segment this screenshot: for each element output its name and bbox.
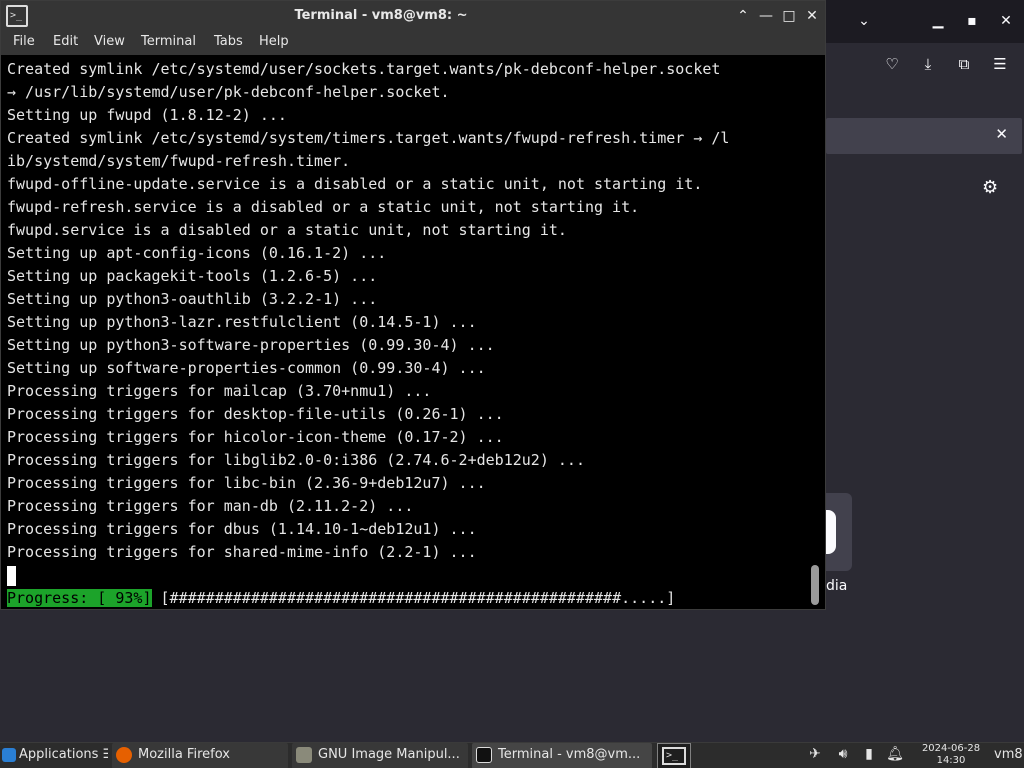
terminal-output[interactable]: Created symlink /etc/systemd/user/socket… xyxy=(1,55,807,609)
text-cursor xyxy=(7,565,16,586)
shade-button[interactable]: ⌃ xyxy=(733,6,753,26)
progress-line: Progress: [ 93%] [######################… xyxy=(7,587,807,610)
task-firefox[interactable]: Mozilla Firefox xyxy=(112,743,288,768)
gimp-icon xyxy=(296,746,312,763)
output-line: Setting up python3-oauthlib (3.2.2-1) ..… xyxy=(7,290,378,308)
terminal-titlebar[interactable]: >_ Terminal - vm8@vm8: ~ ⌃ — □ ✕ xyxy=(1,1,825,31)
firefox-toolbar: ♡ ⤓ ⧉ ☰ xyxy=(826,43,1024,85)
shortcut-tile-label: dia xyxy=(826,578,848,594)
applications-suffix: ☰ xyxy=(103,747,108,762)
output-line: fwupd.service is a disabled or a static … xyxy=(7,221,567,239)
output-line: fwupd-offline-update.service is a disabl… xyxy=(7,175,703,193)
output-line: Processing triggers for libc-bin (2.36-9… xyxy=(7,474,486,492)
close-button[interactable]: ✕ xyxy=(802,6,822,26)
output-line: Processing triggers for libglib2.0-0:i38… xyxy=(7,451,585,469)
menu-help[interactable]: Help xyxy=(259,34,289,49)
output-line: Setting up apt-config-icons (0.16.1-2) .… xyxy=(7,244,387,262)
output-line: Processing triggers for desktop-file-uti… xyxy=(7,405,504,423)
gear-icon[interactable]: ⚙ xyxy=(982,177,998,198)
menu-view[interactable]: View xyxy=(94,34,125,49)
output-line: Processing triggers for shared-mime-info… xyxy=(7,543,477,561)
output-line: Setting up python3-lazr.restfulclient (0… xyxy=(7,313,477,331)
output-line: Created symlink /etc/systemd/system/time… xyxy=(7,129,730,147)
firefox-minimize-button[interactable]: ▁ xyxy=(927,10,949,32)
output-line: Processing triggers for hicolor-icon-the… xyxy=(7,428,504,446)
scrollbar[interactable] xyxy=(807,55,825,609)
scrollbar-thumb[interactable] xyxy=(811,565,819,605)
output-line: Setting up fwupd (1.8.12-2) ... xyxy=(7,106,287,124)
firefox-icon xyxy=(116,746,132,763)
menu-edit[interactable]: Edit xyxy=(53,34,78,49)
minimize-button[interactable]: — xyxy=(756,6,776,26)
output-line: → /usr/lib/systemd/user/pk-debconf-helpe… xyxy=(7,83,450,101)
network-icon[interactable]: ✈ xyxy=(806,746,824,762)
output-line: Processing triggers for dbus (1.14.10-1~… xyxy=(7,520,477,538)
progress-bar-text: [#######################################… xyxy=(151,589,676,607)
applications-label: Applications xyxy=(19,747,99,762)
notification-close-icon[interactable]: ✕ xyxy=(995,125,1008,143)
clock-time: 14:30 xyxy=(936,755,966,766)
menu-terminal[interactable]: Terminal xyxy=(141,34,196,49)
clock-date: 2024-06-28 xyxy=(921,743,981,754)
output-line: Setting up python3-software-properties (… xyxy=(7,336,495,354)
extensions-icon[interactable]: ⧉ xyxy=(953,53,975,75)
maximize-button[interactable]: □ xyxy=(779,6,799,26)
task-label: Mozilla Firefox xyxy=(138,747,230,762)
cursor-line xyxy=(7,564,807,587)
terminal-window: >_ Terminal - vm8@vm8: ~ ⌃ — □ ✕ File Ed… xyxy=(0,0,826,610)
output-line: Setting up packagekit-tools (1.2.6-5) ..… xyxy=(7,267,378,285)
output-line: Setting up software-properties-common (0… xyxy=(7,359,486,377)
firefox-titlebar: ⌄ ▁ ▪ ✕ xyxy=(826,0,1024,43)
menu-tabs[interactable]: Tabs xyxy=(214,34,243,49)
firefox-maximize-button[interactable]: ▪ xyxy=(961,10,983,32)
notification-bell-icon[interactable]: 🔔︎ xyxy=(886,746,904,762)
window-title: Terminal - vm8@vm8: ~ xyxy=(294,8,468,23)
pocket-icon[interactable]: ♡ xyxy=(881,53,903,75)
output-line: fwupd-refresh.service is a disabled or a… xyxy=(7,198,640,216)
terminal-icon xyxy=(476,746,492,763)
battery-icon[interactable]: ▮ xyxy=(860,746,878,762)
firefox-notification-bar: ✕ xyxy=(826,118,1022,154)
user-menu[interactable]: vm8 xyxy=(994,747,1023,762)
workspace-terminal-icon: >_ xyxy=(662,747,686,765)
applications-menu-button[interactable]: Applications ☰ xyxy=(2,743,108,768)
progress-label: Progress: [ 93%] xyxy=(7,589,152,607)
task-terminal[interactable]: Terminal - vm8@vm... xyxy=(472,743,652,768)
firefox-content-area xyxy=(826,160,1024,742)
output-line: Created symlink /etc/systemd/user/socket… xyxy=(7,60,721,78)
tab-list-chevron-icon[interactable]: ⌄ xyxy=(853,10,875,32)
task-label: GNU Image Manipul... xyxy=(318,747,460,762)
taskbar: Applications ☰ Mozilla Firefox GNU Image… xyxy=(0,742,1024,768)
task-label: Terminal - vm8@vm... xyxy=(498,747,641,762)
firefox-close-button[interactable]: ✕ xyxy=(995,10,1017,32)
clock[interactable]: 2024-06-28 14:30 xyxy=(914,743,988,767)
output-line: ib/systemd/system/fwupd-refresh.timer. xyxy=(7,152,351,170)
downloads-icon[interactable]: ⤓ xyxy=(917,53,939,75)
output-line: Processing triggers for mailcap (3.70+nm… xyxy=(7,382,432,400)
workspace-switcher[interactable]: >_ xyxy=(657,743,691,768)
task-gimp[interactable]: GNU Image Manipul... xyxy=(292,743,468,768)
volume-icon[interactable]: 🔊︎ xyxy=(834,746,852,762)
applications-icon xyxy=(2,747,16,762)
menu-bar: File Edit View Terminal Tabs Help xyxy=(1,31,825,55)
menu-hamburger-icon[interactable]: ☰ xyxy=(989,53,1011,75)
menu-file[interactable]: File xyxy=(13,34,35,49)
shortcut-tile-icon xyxy=(826,510,836,554)
output-line: Processing triggers for man-db (2.11.2-2… xyxy=(7,497,414,515)
